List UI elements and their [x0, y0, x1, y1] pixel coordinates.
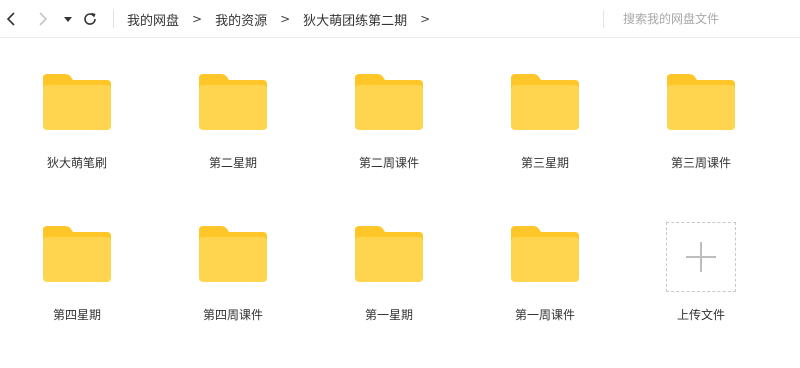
folder-item[interactable]: 第一星期: [339, 226, 439, 346]
search-box: [603, 7, 793, 31]
back-button[interactable]: [2, 9, 22, 29]
caret-down-icon: [64, 17, 72, 22]
history-dropdown-button[interactable]: [58, 9, 78, 29]
refresh-icon: [84, 12, 96, 25]
folder-icon: [43, 74, 111, 130]
folder-name: 第四周课件: [202, 308, 263, 322]
folder-name: 第一星期: [364, 308, 413, 322]
search-input[interactable]: [623, 9, 788, 29]
breadcrumb-item-current-folder[interactable]: 狄大萌团练第二期: [303, 10, 407, 29]
folder-icon: [511, 226, 579, 282]
folder-item[interactable]: 第三星期: [495, 74, 595, 194]
chevron-right-icon: [39, 12, 48, 26]
toolbar-divider: [113, 10, 114, 28]
file-grid: 狄大萌笔刷 第二星期 第二周课件 第三星期 第三周课件 第四星期 第四周课件 第…: [0, 38, 800, 368]
toolbar: 我的网盘 > 我的资源 > 狄大萌团练第二期 >: [0, 0, 800, 38]
folder-name: 第一周课件: [514, 308, 575, 322]
folder-name: 第二周课件: [358, 156, 419, 170]
folder-icon: [667, 74, 735, 130]
breadcrumb: 我的网盘 > 我的资源 > 狄大萌团练第二期 >: [127, 0, 443, 38]
folder-name: 第三周课件: [670, 156, 731, 170]
plus-icon: [686, 242, 716, 272]
folder-name: 狄大萌笔刷: [46, 156, 107, 170]
folder-icon: [43, 226, 111, 282]
folder-name: 第四星期: [52, 308, 101, 322]
chevron-left-icon: [6, 12, 15, 26]
folder-name: 第二星期: [208, 156, 257, 170]
upload-file-button[interactable]: 上传文件: [651, 222, 751, 342]
folder-item[interactable]: 第一周课件: [495, 226, 595, 346]
search-divider: [603, 10, 604, 28]
folder-icon: [511, 74, 579, 130]
folder-icon: [355, 74, 423, 130]
breadcrumb-item-my-resources[interactable]: 我的资源: [215, 10, 267, 29]
folder-name: 第三星期: [520, 156, 569, 170]
folder-item[interactable]: 狄大萌笔刷: [27, 74, 127, 194]
folder-item[interactable]: 第二周课件: [339, 74, 439, 194]
folder-item[interactable]: 第四星期: [27, 226, 127, 346]
breadcrumb-item-my-drive[interactable]: 我的网盘: [127, 10, 179, 29]
upload-dropzone[interactable]: [666, 222, 736, 292]
breadcrumb-separator[interactable]: >: [420, 12, 430, 26]
folder-icon: [199, 74, 267, 130]
folder-item[interactable]: 第四周课件: [183, 226, 283, 346]
folder-item[interactable]: 第二星期: [183, 74, 283, 194]
breadcrumb-separator: >: [280, 12, 291, 26]
upload-label: 上传文件: [676, 308, 725, 322]
forward-button[interactable]: [32, 9, 52, 29]
folder-item[interactable]: 第三周课件: [651, 74, 751, 194]
folder-icon: [355, 226, 423, 282]
refresh-button[interactable]: [80, 9, 100, 29]
breadcrumb-separator: >: [192, 12, 203, 26]
folder-icon: [199, 226, 267, 282]
